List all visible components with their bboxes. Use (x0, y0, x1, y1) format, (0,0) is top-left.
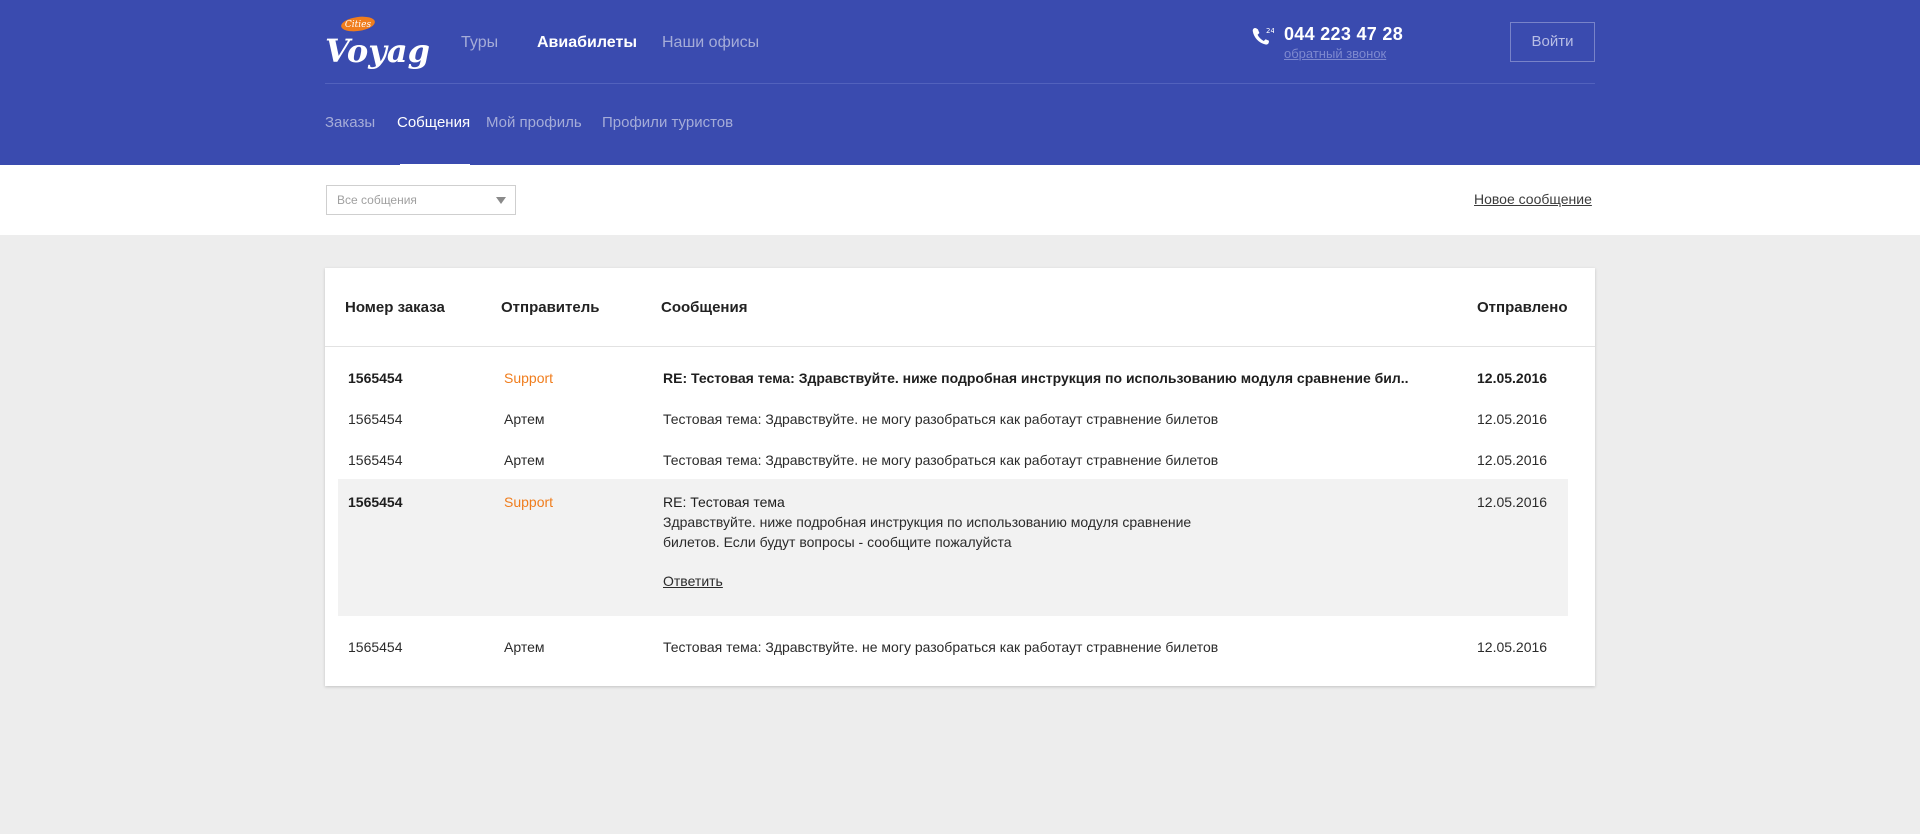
table-row-expanded[interactable]: 1565454 Support RE: Тестовая тема Здравс… (338, 479, 1568, 616)
order-number: 1565454 (348, 494, 403, 510)
table-row[interactable]: 1565454 Support RE: Тестовая тема: Здрав… (338, 370, 1568, 404)
message-subject: RE: Тестовая тема (663, 494, 785, 510)
message-preview: Тестовая тема: Здравствуйте. не могу раз… (663, 411, 1219, 427)
sent-date: 12.05.2016 (1477, 411, 1548, 427)
sent-date: 12.05.2016 (1477, 639, 1548, 655)
header-inner: Cities Voyage Туры Авиабилеты Наши офисы… (325, 0, 1595, 165)
dropdown-arrow-icon (496, 197, 506, 204)
voyage-logo-graphic: Cities Voyage (325, 16, 450, 70)
sub-nav-tourist-profiles[interactable]: Профили туристов (602, 84, 733, 165)
site-header: Cities Voyage Туры Авиабилеты Наши офисы… (0, 0, 1920, 165)
message-preview: Тестовая тема: Здравствуйте. не могу раз… (663, 452, 1219, 468)
sub-nav-orders[interactable]: Заказы (325, 84, 375, 165)
header-message: Сообщения (661, 299, 748, 316)
login-button[interactable]: Войти (1510, 22, 1595, 62)
sent-date: 12.05.2016 (1477, 370, 1548, 386)
header-sent-date: Отправлено (1477, 299, 1568, 316)
table-row[interactable]: 1565454 Артем Тестовая тема: Здравствуйт… (338, 411, 1568, 445)
messages-toolbar: Все собщения Новое сообщение (0, 165, 1920, 235)
message-body-line-1: Здравствуйте. ниже подробная инструкция … (663, 514, 1192, 530)
table-row[interactable]: 1565454 Артем Тестовая тема: Здравствуйт… (338, 639, 1568, 673)
sender-name: Артем (504, 639, 545, 655)
phone-24-icon: 24 (1252, 27, 1274, 45)
main-nav-offices[interactable]: Наши офисы (662, 0, 759, 84)
order-number: 1565454 (348, 370, 403, 386)
messages-table: Номер заказа Отправитель Сообщения Отпра… (325, 268, 1595, 686)
phone-number[interactable]: 044 223 47 28 (1284, 24, 1403, 45)
messages-filter-select[interactable]: Все собщения (326, 185, 516, 215)
order-number: 1565454 (348, 639, 403, 655)
callback-link[interactable]: обратный звонок (1284, 46, 1386, 61)
main-nav-tours[interactable]: Туры (461, 0, 498, 84)
sent-date: 12.05.2016 (1477, 494, 1548, 510)
main-nav-flights[interactable]: Авиабилеты (517, 0, 657, 84)
new-message-link[interactable]: Новое сообщение (1474, 191, 1592, 207)
sent-date: 12.05.2016 (1477, 452, 1548, 468)
sender-name: Артем (504, 452, 545, 468)
svg-text:Cities: Cities (345, 20, 372, 30)
order-number: 1565454 (348, 411, 403, 427)
svg-text:24: 24 (1266, 27, 1274, 35)
header-sender: Отправитель (501, 299, 600, 316)
filter-selected-value: Все собщения (337, 193, 417, 207)
sender-name: Support (504, 494, 554, 510)
reply-link[interactable]: Ответить (663, 573, 723, 589)
sub-nav-my-profile[interactable]: Мой профиль (486, 84, 582, 165)
header-order-number: Номер заказа (345, 299, 445, 316)
message-preview: RE: Тестовая тема: Здравствуйте. ниже по… (663, 370, 1409, 386)
order-number: 1565454 (348, 452, 403, 468)
svg-text:Voyage: Voyage (325, 32, 429, 70)
sender-name: Артем (504, 411, 545, 427)
message-body-line-2: билетов. Если будут вопросы - сообщите п… (663, 534, 1012, 550)
message-preview: Тестовая тема: Здравствуйте. не могу раз… (663, 639, 1219, 655)
sender-name: Support (504, 370, 554, 386)
sub-nav-messages[interactable]: Собщения (397, 84, 471, 165)
phone-block: 24 044 223 47 28 обратный звонок (1250, 24, 1410, 64)
voyage-logo[interactable]: Cities Voyage (325, 14, 450, 72)
table-header: Номер заказа Отправитель Сообщения Отпра… (325, 268, 1595, 347)
